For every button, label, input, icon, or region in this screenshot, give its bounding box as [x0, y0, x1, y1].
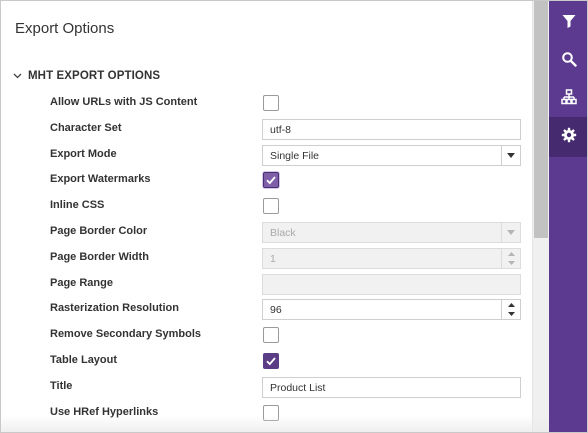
- row-remove-secondary-symbols: Remove Secondary Symbols: [1, 323, 532, 349]
- row-title: Title Product List: [1, 375, 532, 401]
- spin-down-icon[interactable]: [502, 310, 520, 320]
- label-table-layout: Table Layout: [50, 354, 118, 366]
- checkbox-allow-urls-js[interactable]: [263, 95, 279, 111]
- spin-down-icon: [502, 259, 520, 269]
- export-options-button[interactable]: [549, 117, 587, 157]
- row-table-layout: Table Layout: [1, 349, 532, 375]
- spin-up-icon[interactable]: [502, 300, 520, 310]
- label-page-border-width: Page Border Width: [50, 251, 149, 263]
- label-inline-css: Inline CSS: [50, 199, 105, 211]
- gear-icon: [561, 127, 577, 148]
- rasterization-resolution-spinner[interactable]: 96: [262, 299, 521, 320]
- row-use-href-hyperlinks: Use HRef Hyperlinks: [1, 401, 532, 427]
- row-export-watermarks: Export Watermarks: [1, 168, 532, 194]
- row-character-set: Character Set utf-8: [1, 117, 532, 143]
- row-export-mode: Export Mode Single File: [1, 143, 532, 169]
- page-range-input: [262, 274, 521, 295]
- checkbox-table-layout[interactable]: [263, 353, 279, 369]
- checkbox-export-watermarks[interactable]: [263, 172, 279, 188]
- spinner-buttons[interactable]: [501, 300, 520, 319]
- label-remove-secondary-symbols: Remove Secondary Symbols: [50, 328, 202, 340]
- label-allow-urls-js: Allow URLs with JS Content: [50, 96, 198, 108]
- page-border-width-value: 1: [270, 252, 276, 265]
- section-title: MHT EXPORT OPTIONS: [28, 70, 161, 82]
- row-inline-css: Inline CSS: [1, 194, 532, 220]
- page-border-width-spinner: 1: [262, 248, 521, 269]
- export-options-panel: Export Options MHT EXPORT OPTIONS Allow …: [1, 1, 532, 432]
- check-icon: [266, 357, 276, 366]
- filter-button[interactable]: [549, 3, 587, 43]
- label-page-range: Page Range: [50, 277, 113, 289]
- row-page-range: Page Range: [1, 272, 532, 298]
- row-rasterization-resolution: Rasterization Resolution 96: [1, 297, 532, 323]
- label-rasterization-resolution: Rasterization Resolution: [50, 302, 179, 314]
- rasterization-resolution-value: 96: [270, 303, 282, 316]
- checkbox-use-href-hyperlinks[interactable]: [263, 405, 279, 421]
- spin-up-icon: [502, 249, 520, 259]
- check-icon: [266, 176, 276, 185]
- page-border-color-value: Black: [270, 226, 296, 239]
- filter-icon: [561, 13, 577, 34]
- page-border-color-select: Black: [262, 222, 521, 243]
- export-mode-value: Single File: [270, 149, 320, 162]
- side-toolbar: [549, 1, 587, 432]
- checkbox-inline-css[interactable]: [263, 198, 279, 214]
- search-icon: [561, 51, 577, 72]
- spinner-buttons: [501, 249, 520, 268]
- dropdown-arrow-icon: [501, 223, 520, 242]
- character-set-value: utf-8: [270, 123, 292, 136]
- chevron-down-icon[interactable]: [11, 70, 23, 82]
- section-header-mht[interactable]: MHT EXPORT OPTIONS: [11, 68, 160, 84]
- export-mode-select[interactable]: Single File: [262, 145, 521, 166]
- row-page-border-width: Page Border Width 1: [1, 246, 532, 272]
- label-title: Title: [50, 380, 73, 392]
- dropdown-arrow-icon[interactable]: [501, 146, 520, 165]
- label-export-mode: Export Mode: [50, 148, 117, 160]
- panel-title: Export Options: [15, 20, 115, 37]
- label-page-border-color: Page Border Color: [50, 225, 148, 237]
- checkbox-remove-secondary-symbols[interactable]: [263, 327, 279, 343]
- export-options-window: Export Options MHT EXPORT OPTIONS Allow …: [0, 0, 588, 433]
- search-button[interactable]: [549, 41, 587, 81]
- label-export-watermarks: Export Watermarks: [50, 173, 151, 185]
- label-character-set: Character Set: [50, 122, 122, 134]
- scrollbar-thumb[interactable]: [534, 1, 548, 238]
- document-map-button[interactable]: [549, 79, 587, 119]
- character-set-input[interactable]: utf-8: [262, 119, 521, 140]
- title-value: Product List: [270, 381, 326, 394]
- row-allow-urls-js: Allow URLs with JS Content: [1, 91, 532, 117]
- row-page-border-color: Page Border Color Black: [1, 220, 532, 246]
- hierarchy-icon: [561, 88, 577, 110]
- title-input[interactable]: Product List: [262, 377, 521, 398]
- label-use-href-hyperlinks: Use HRef Hyperlinks: [50, 406, 159, 418]
